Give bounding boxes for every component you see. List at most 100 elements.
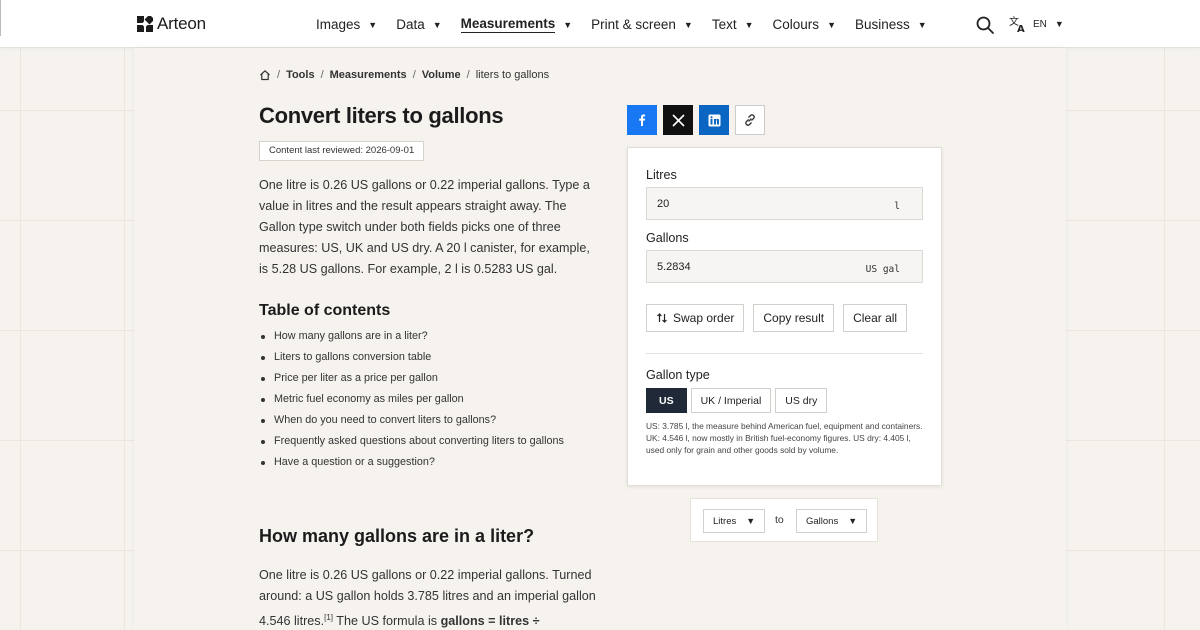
gallons-input[interactable]: 5.2834 US gal — [646, 250, 923, 283]
unit-to-text: to — [775, 514, 784, 526]
unit-switcher: Litres ▼ to Gallons ▼ — [690, 498, 878, 542]
copy-result-label: Copy result — [763, 311, 825, 325]
translate-icon: 文 A — [1009, 15, 1025, 33]
toc-item[interactable]: Price per liter as a price per gallon — [259, 368, 564, 389]
clear-all-label: Clear all — [853, 311, 898, 325]
to-unit-value: Gallons — [806, 515, 839, 527]
gallons-value: 5.2834 — [657, 261, 691, 273]
swap-order-label: Swap order — [673, 311, 735, 325]
search-icon — [976, 16, 994, 34]
nav-item-measurements[interactable]: Measurements ▼ — [460, 16, 573, 33]
swap-icon — [657, 313, 667, 323]
nav-item-print-screen[interactable]: Print & screen ▼ — [591, 16, 693, 33]
toc-list: How many gallons are in a liter? Liters … — [259, 326, 564, 473]
x-icon — [671, 113, 685, 127]
converter-panel: Litres 20 l Gallons 5.2834 US gal Swap o… — [627, 147, 942, 486]
brand-logo[interactable]: Arteon — [137, 14, 206, 34]
toc-item[interactable]: When do you need to convert liters to ga… — [259, 410, 564, 431]
from-unit-value: Litres — [713, 515, 737, 527]
facebook-icon — [639, 114, 646, 126]
toc-item[interactable]: Liters to gallons conversion table — [259, 347, 564, 368]
breadcrumb-separator: / — [412, 69, 416, 81]
link-icon — [745, 114, 755, 126]
page-title: Convert liters to gallons — [259, 103, 504, 128]
breadcrumb-link-tools[interactable]: Tools — [286, 69, 315, 81]
nav-item-images[interactable]: Images ▼ — [316, 16, 377, 33]
caret-down-icon: ▼ — [1054, 19, 1064, 29]
nav-item-label: Data — [396, 17, 425, 32]
toc-title: Table of contents — [259, 302, 391, 319]
from-label: Litres — [646, 168, 677, 182]
copy-result-button[interactable]: Copy result — [753, 304, 835, 332]
breadcrumb-separator: / — [466, 69, 470, 81]
litres-value: 20 — [657, 198, 670, 210]
from-unit-select[interactable]: Litres ▼ — [703, 509, 766, 533]
to-unit-select[interactable]: Gallons ▼ — [796, 509, 868, 533]
share-x-button[interactable] — [663, 105, 693, 135]
window-edge — [0, 0, 1, 36]
gallon-type-note: US: 3.785 l, the measure behind American… — [646, 421, 923, 456]
breadcrumb-current: liters to gallons — [475, 69, 550, 81]
language-code: EN — [1033, 18, 1047, 30]
share-buttons — [627, 105, 765, 135]
caret-down-icon: ▼ — [917, 19, 927, 30]
toc-item[interactable]: Metric fuel economy as miles per gallon — [259, 389, 564, 410]
caret-down-icon: ▼ — [368, 19, 378, 30]
caret-down-icon: ▼ — [746, 516, 756, 526]
formula-text: gallons = litres ÷ — [440, 614, 540, 629]
caret-down-icon: ▼ — [683, 19, 693, 30]
search-button[interactable] — [975, 15, 995, 35]
site-header: Arteon Images ▼ Data ▼ Measurements ▼ Pr… — [0, 0, 1200, 48]
intro-paragraph: One litre is 0.26 US gallons or 0.22 imp… — [259, 178, 590, 276]
footnote-link[interactable]: [1] — [324, 613, 333, 622]
gallon-type-toggle: US UK / Imperial US dry — [646, 388, 828, 413]
converter-actions: Swap order Copy result Clear all — [646, 304, 908, 332]
linkedin-icon — [708, 114, 720, 126]
breadcrumb: / Tools / Measurements / Volume / liters… — [259, 69, 549, 81]
gallon-type-uk[interactable]: UK / Imperial — [690, 388, 772, 413]
brand-name: Arteon — [157, 14, 206, 33]
toc-item[interactable]: Frequently asked questions about convert… — [259, 431, 564, 452]
language-selector[interactable]: 文 A EN ▼ — [1009, 15, 1064, 33]
breadcrumb-link-volume[interactable]: Volume — [422, 69, 461, 81]
toc-item[interactable]: How many gallons are in a liter? — [259, 326, 564, 347]
nav-item-label: Images — [316, 17, 361, 32]
svg-text:A: A — [1017, 24, 1025, 33]
nav-item-text[interactable]: Text ▼ — [712, 16, 754, 33]
gallon-type-label: Gallon type — [646, 368, 710, 382]
logo-icon — [137, 16, 153, 32]
breadcrumb-link-measurements[interactable]: Measurements — [330, 69, 407, 81]
share-facebook-button[interactable] — [627, 105, 657, 135]
caret-down-icon: ▼ — [563, 19, 573, 30]
nav-item-label: Text — [711, 17, 737, 32]
caret-down-icon: ▼ — [827, 19, 836, 30]
nav-item-label: Colours — [772, 17, 820, 32]
nav-item-business[interactable]: Business ▼ — [855, 16, 927, 33]
section-heading: How many gallons are in a liter? — [259, 526, 535, 546]
nav-item-label: Print & screen — [591, 17, 676, 32]
copy-link-button[interactable] — [735, 105, 765, 135]
section-text: The US formula is — [333, 614, 441, 629]
nav-item-data[interactable]: Data ▼ — [396, 16, 441, 33]
main-nav: Images ▼ Data ▼ Measurements ▼ Print & s… — [316, 16, 946, 33]
litres-input[interactable]: 20 l — [646, 187, 923, 220]
clear-all-button[interactable]: Clear all — [843, 304, 908, 332]
gallons-unit: US gal — [865, 264, 900, 275]
breadcrumb-separator: / — [320, 69, 324, 81]
gallon-type-us[interactable]: US — [646, 388, 687, 413]
home-icon[interactable] — [259, 69, 271, 81]
litres-unit: l — [894, 201, 900, 212]
caret-down-icon: ▼ — [848, 516, 858, 526]
gallon-type-us-dry[interactable]: US dry — [775, 388, 828, 413]
toc-item[interactable]: Have a question or a suggestion? — [259, 452, 564, 473]
caret-down-icon: ▼ — [744, 19, 754, 30]
breadcrumb-separator: / — [277, 69, 281, 81]
share-linkedin-button[interactable] — [699, 105, 729, 135]
to-label: Gallons — [646, 231, 689, 245]
nav-item-label: Measurements — [460, 16, 556, 33]
caret-down-icon: ▼ — [432, 19, 442, 30]
divider — [646, 353, 923, 354]
swap-order-button[interactable]: Swap order — [646, 304, 745, 332]
nav-item-colours[interactable]: Colours ▼ — [773, 16, 836, 33]
review-date-badge: Content last reviewed: 2026-09-01 — [259, 141, 425, 161]
